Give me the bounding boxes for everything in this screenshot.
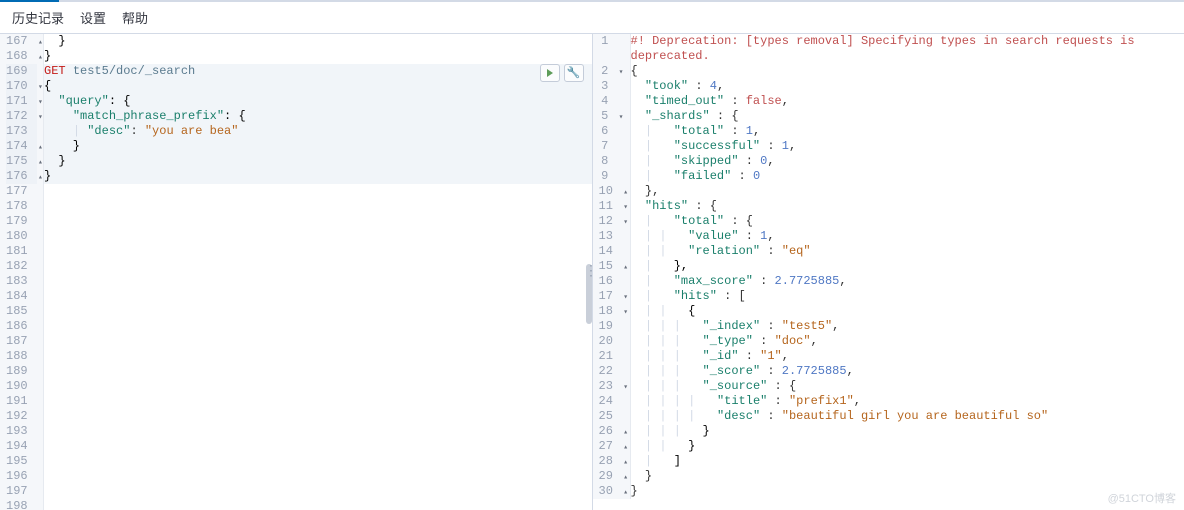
code-line[interactable] [44, 469, 592, 484]
code-line[interactable] [44, 484, 592, 499]
menu-help[interactable]: 帮助 [122, 8, 148, 27]
response-line: | | { [631, 304, 1184, 319]
code-line[interactable] [44, 184, 592, 199]
menu-settings[interactable]: 设置 [80, 8, 106, 27]
code-line[interactable] [44, 274, 592, 289]
code-line[interactable] [44, 424, 592, 439]
wrench-icon: 🔧 [567, 66, 581, 80]
response-line: | "failed" : 0 [631, 169, 1184, 184]
code-line[interactable]: } [44, 34, 592, 49]
response-line: | ] [631, 454, 1184, 469]
request-code[interactable]: }}GET test5/doc/_search{ "query": { "mat… [44, 34, 592, 510]
code-line[interactable]: } [44, 49, 592, 64]
response-line: | "successful" : 1, [631, 139, 1184, 154]
editor-area: 🔧 167 ▴168 ▴169 170 ▾171 ▾172 ▾173 174 ▴… [0, 34, 1184, 510]
response-line: | | | "_id" : "1", [631, 349, 1184, 364]
response-line: | | | | "title" : "prefix1", [631, 394, 1184, 409]
response-line: | | | "_score" : 2.7725885, [631, 364, 1184, 379]
response-line: | | | } [631, 424, 1184, 439]
code-line[interactable] [44, 289, 592, 304]
response-line: | | "value" : 1, [631, 229, 1184, 244]
code-line[interactable] [44, 499, 592, 510]
request-actions: 🔧 [540, 64, 584, 82]
response-code[interactable]: #! Deprecation: [types removal] Specifyi… [631, 34, 1184, 499]
code-line[interactable] [44, 454, 592, 469]
response-line: "took" : 4, [631, 79, 1184, 94]
code-line[interactable] [44, 349, 592, 364]
response-line: | "max_score" : 2.7725885, [631, 274, 1184, 289]
code-line[interactable]: GET test5/doc/_search [44, 64, 592, 79]
options-button[interactable]: 🔧 [564, 64, 584, 82]
code-line[interactable] [44, 379, 592, 394]
response-line: "hits" : { [631, 199, 1184, 214]
code-line[interactable] [44, 214, 592, 229]
code-line[interactable] [44, 409, 592, 424]
response-line: }, [631, 184, 1184, 199]
code-line[interactable] [44, 304, 592, 319]
code-line[interactable] [44, 244, 592, 259]
code-line[interactable]: } [44, 169, 592, 184]
response-line: } [631, 484, 1184, 499]
response-line: | }, [631, 259, 1184, 274]
response-line: } [631, 469, 1184, 484]
run-button[interactable] [540, 64, 560, 82]
pane-divider-icon[interactable]: ⋮ [584, 270, 600, 274]
response-line: | | | "_index" : "test5", [631, 319, 1184, 334]
response-line: | | | "_type" : "doc", [631, 334, 1184, 349]
code-line[interactable] [44, 319, 592, 334]
response-line: | "hits" : [ [631, 289, 1184, 304]
code-line[interactable]: } [44, 154, 592, 169]
code-line[interactable]: | "desc": "you are bea" [44, 124, 592, 139]
response-line: #! Deprecation: [types removal] Specifyi… [631, 34, 1184, 64]
code-line[interactable] [44, 229, 592, 244]
code-line[interactable] [44, 259, 592, 274]
response-line: | "total" : 1, [631, 124, 1184, 139]
response-line: | "skipped" : 0, [631, 154, 1184, 169]
code-line[interactable]: "query": { [44, 94, 592, 109]
code-line[interactable]: { [44, 79, 592, 94]
menu-history[interactable]: 历史记录 [12, 8, 64, 27]
code-line[interactable]: "match_phrase_prefix": { [44, 109, 592, 124]
response-pane[interactable]: 1 2 ▾3 4 5 ▾6 7 8 9 10 ▴11 ▾12 ▾13 14 15… [593, 34, 1184, 510]
response-line: "timed_out" : false, [631, 94, 1184, 109]
code-line[interactable] [44, 394, 592, 409]
response-line: | | | "_source" : { [631, 379, 1184, 394]
menu-bar: 历史记录 设置 帮助 [0, 2, 1184, 34]
left-line-gutter: 167 ▴168 ▴169 170 ▾171 ▾172 ▾173 174 ▴17… [0, 34, 44, 510]
response-line: | | } [631, 439, 1184, 454]
code-line[interactable] [44, 334, 592, 349]
play-icon [547, 69, 553, 77]
response-line: | | | | "desc" : "beautiful girl you are… [631, 409, 1184, 424]
response-line: { [631, 64, 1184, 79]
code-line[interactable]: } [44, 139, 592, 154]
code-line[interactable] [44, 439, 592, 454]
watermark: @51CTO博客 [1108, 490, 1176, 506]
response-line: | | "relation" : "eq" [631, 244, 1184, 259]
code-line[interactable] [44, 199, 592, 214]
response-line: | "total" : { [631, 214, 1184, 229]
request-editor-pane[interactable]: 🔧 167 ▴168 ▴169 170 ▾171 ▾172 ▾173 174 ▴… [0, 34, 593, 510]
response-line: "_shards" : { [631, 109, 1184, 124]
code-line[interactable] [44, 364, 592, 379]
